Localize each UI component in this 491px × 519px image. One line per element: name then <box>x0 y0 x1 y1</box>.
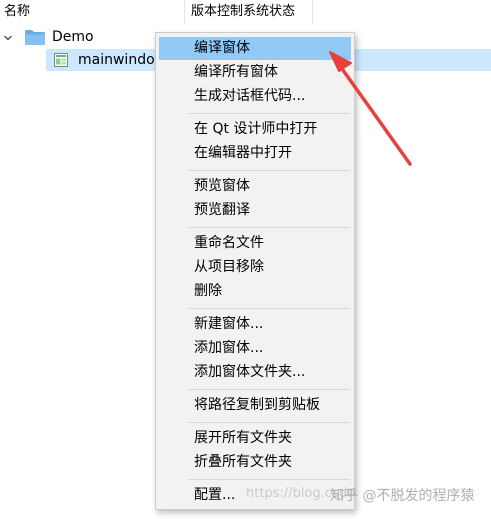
menu-item-rename-file[interactable]: 重命名文件 <box>159 232 351 255</box>
menu-separator <box>188 479 350 480</box>
column-header: 名称 版本控制系统状态 <box>0 0 491 24</box>
menu-item-new-form[interactable]: 新建窗体... <box>159 313 351 336</box>
watermark-zhihu: 知乎 @不脱发的程序猿 <box>330 488 475 504</box>
menu-item-preview-translation[interactable]: 预览翻译 <box>159 199 351 222</box>
annotation-arrow-icon <box>329 51 412 166</box>
menu-item-remove-from-project[interactable]: 从项目移除 <box>159 256 351 279</box>
menu-item-delete[interactable]: 删除 <box>159 280 351 303</box>
menu-item-add-form[interactable]: 添加窗体... <box>159 337 351 360</box>
tree-item-label: Demo <box>52 29 94 45</box>
menu-separator <box>188 308 350 309</box>
menu-separator <box>188 389 350 390</box>
folder-icon <box>25 30 45 45</box>
menu-item-expand-all-folders[interactable]: 展开所有文件夹 <box>159 427 351 450</box>
chevron-down-icon[interactable] <box>4 34 12 42</box>
column-header-name[interactable]: 名称 <box>4 2 30 22</box>
column-divider[interactable] <box>184 0 185 24</box>
ui-form-file-icon <box>54 53 68 67</box>
menu-item-add-form-folder[interactable]: 添加窗体文件夹... <box>159 361 351 384</box>
column-header-vcs-status[interactable]: 版本控制系统状态 <box>191 2 295 22</box>
menu-item-copy-path-to-clipboard[interactable]: 将路径复制到剪贴板 <box>159 394 351 417</box>
menu-item-collapse-all-folders[interactable]: 折叠所有文件夹 <box>159 451 351 474</box>
menu-separator <box>188 227 350 228</box>
menu-separator <box>188 422 350 423</box>
column-divider[interactable] <box>312 0 313 24</box>
tree-item-label: mainwindo <box>78 52 155 68</box>
